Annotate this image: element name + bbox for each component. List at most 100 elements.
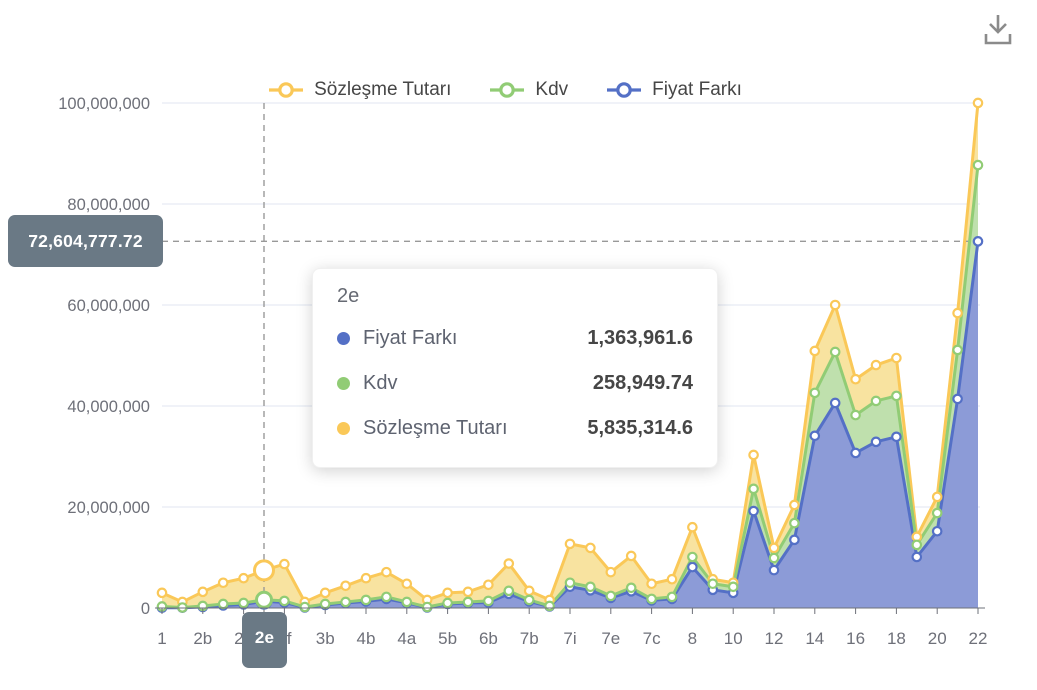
x-axis-tick-label: 7e (601, 629, 620, 648)
x-axis-tick-label: 7i (563, 629, 576, 648)
data-point-marker[interactable] (178, 603, 186, 611)
data-point-marker[interactable] (443, 599, 451, 607)
data-point-marker[interactable] (953, 395, 961, 403)
data-point-marker[interactable] (872, 397, 880, 405)
data-point-marker[interactable] (668, 575, 676, 583)
data-point-marker[interactable] (566, 540, 574, 548)
data-point-marker[interactable] (851, 375, 859, 383)
data-point-marker[interactable] (219, 600, 227, 608)
data-point-marker[interactable] (933, 527, 941, 535)
data-point-marker[interactable] (362, 596, 370, 604)
x-axis-tick-label: 8 (688, 629, 697, 648)
data-point-marker[interactable] (443, 589, 451, 597)
data-point-marker[interactable] (647, 580, 655, 588)
x-axis-tick-label: 12 (765, 629, 784, 648)
data-point-marker[interactable] (770, 554, 778, 562)
tooltip-title: 2e (337, 285, 693, 308)
data-point-marker[interactable] (607, 568, 615, 576)
x-axis-tick-label: 1 (157, 629, 166, 648)
data-point-marker[interactable] (933, 509, 941, 517)
data-point-marker[interactable] (913, 541, 921, 549)
data-point-marker[interactable] (749, 451, 757, 459)
data-point-marker[interactable] (811, 389, 819, 397)
data-point-marker[interactable] (851, 449, 859, 457)
data-point-marker[interactable] (239, 599, 247, 607)
data-point-marker[interactable] (321, 600, 329, 608)
data-point-marker[interactable] (586, 583, 594, 591)
data-point-marker[interactable] (280, 560, 288, 568)
data-point-marker[interactable] (872, 438, 880, 446)
data-point-marker[interactable] (505, 559, 513, 567)
data-point-marker[interactable] (464, 598, 472, 606)
data-point-marker[interactable] (301, 603, 309, 611)
data-point-marker[interactable] (341, 582, 349, 590)
data-point-marker[interactable] (199, 588, 207, 596)
data-point-marker[interactable] (688, 523, 696, 531)
data-point-marker[interactable] (974, 237, 982, 245)
data-point-marker[interactable] (280, 597, 288, 605)
data-point-marker[interactable] (913, 553, 921, 561)
data-point-marker[interactable] (382, 568, 390, 576)
data-point-marker[interactable] (668, 593, 676, 601)
data-point-marker[interactable] (892, 433, 900, 441)
data-point-marker[interactable] (709, 580, 717, 588)
data-point-marker[interactable] (525, 596, 533, 604)
legend-item-kdv[interactable]: Kdv (489, 79, 568, 101)
data-point-marker[interactable] (321, 589, 329, 597)
data-point-marker[interactable] (851, 411, 859, 419)
data-point-marker[interactable] (831, 399, 839, 407)
data-point-marker[interactable] (831, 348, 839, 356)
tooltip-series-value: 1,363,961.6 (587, 327, 693, 350)
data-point-marker[interactable] (831, 301, 839, 309)
data-point-marker[interactable] (892, 354, 900, 362)
data-point-marker[interactable] (525, 587, 533, 595)
data-point-marker[interactable] (341, 598, 349, 606)
legend-item-fiyat-farki[interactable]: Fiyat Farkı (606, 79, 742, 101)
data-point-marker[interactable] (239, 574, 247, 582)
data-point-marker[interactable] (484, 581, 492, 589)
x-axis-tick-label: 4a (397, 629, 416, 648)
legend-item-sozlesme-tutari[interactable]: Sözleşme Tutarı (268, 79, 451, 101)
data-point-marker[interactable] (749, 485, 757, 493)
data-point-marker[interactable] (749, 507, 757, 515)
hovered-point-marker[interactable] (257, 592, 272, 607)
data-point-marker[interactable] (770, 544, 778, 552)
data-point-marker[interactable] (464, 588, 472, 596)
x-axis-tick-label: 2b (193, 629, 212, 648)
data-point-marker[interactable] (953, 309, 961, 317)
data-point-marker[interactable] (362, 574, 370, 582)
data-point-marker[interactable] (545, 602, 553, 610)
legend: Sözleşme Tutarı Kdv Fiyat Farkı (160, 79, 850, 101)
legend-label: Sözleşme Tutarı (314, 79, 451, 101)
data-point-marker[interactable] (790, 519, 798, 527)
data-point-marker[interactable] (423, 603, 431, 611)
data-point-marker[interactable] (647, 595, 655, 603)
data-point-marker[interactable] (790, 501, 798, 509)
data-point-marker[interactable] (974, 161, 982, 169)
data-point-marker[interactable] (811, 347, 819, 355)
data-point-marker[interactable] (627, 584, 635, 592)
data-point-marker[interactable] (790, 536, 798, 544)
data-point-marker[interactable] (811, 432, 819, 440)
data-point-marker[interactable] (770, 566, 778, 574)
data-point-marker[interactable] (688, 553, 696, 561)
data-point-marker[interactable] (505, 587, 513, 595)
data-point-marker[interactable] (892, 392, 900, 400)
data-point-marker[interactable] (933, 493, 941, 501)
data-point-marker[interactable] (974, 99, 982, 107)
data-point-marker[interactable] (219, 579, 227, 587)
data-point-marker[interactable] (158, 589, 166, 597)
data-point-marker[interactable] (566, 579, 574, 587)
data-point-marker[interactable] (382, 593, 390, 601)
data-point-marker[interactable] (586, 544, 594, 552)
data-point-marker[interactable] (729, 583, 737, 591)
data-point-marker[interactable] (403, 580, 411, 588)
data-point-marker[interactable] (688, 563, 696, 571)
hovered-point-marker[interactable] (255, 561, 274, 580)
data-point-marker[interactable] (607, 592, 615, 600)
data-point-marker[interactable] (953, 346, 961, 354)
data-point-marker[interactable] (403, 598, 411, 606)
data-point-marker[interactable] (627, 552, 635, 560)
data-point-marker[interactable] (484, 597, 492, 605)
data-point-marker[interactable] (872, 361, 880, 369)
